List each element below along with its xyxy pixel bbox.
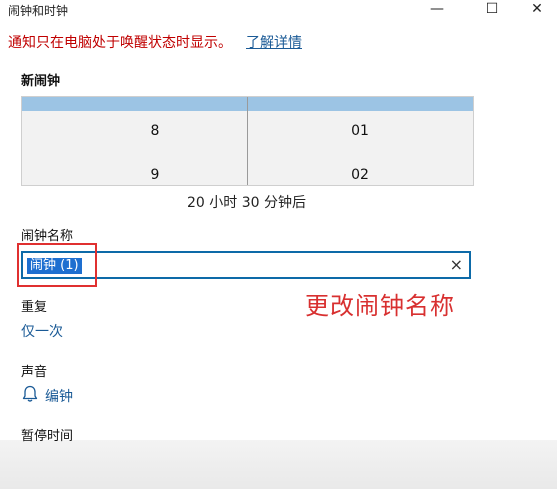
repeat-value-link[interactable]: 仅一次 xyxy=(21,321,63,341)
sound-label: 声音 xyxy=(21,365,48,380)
close-button[interactable]: ✕ xyxy=(517,0,557,18)
bell-icon xyxy=(22,385,38,402)
maximize-icon: ☐ xyxy=(485,1,499,17)
window-title: 闹钟和时钟 xyxy=(8,4,69,18)
countdown-text: 20 小时 30 分钟后 xyxy=(187,195,306,211)
notice-text: 通知只在电脑处于唤醒状态时显示。 xyxy=(8,35,232,51)
minimize-icon: — xyxy=(430,1,444,17)
minute-option[interactable]: 01 xyxy=(330,123,390,139)
highlight-box xyxy=(17,243,97,287)
minimize-button[interactable]: — xyxy=(417,0,457,18)
hour-option[interactable]: 9 xyxy=(125,167,185,183)
minute-option[interactable]: 02 xyxy=(330,167,390,183)
bottom-fade xyxy=(0,440,557,489)
maximize-button[interactable]: ☐ xyxy=(472,0,512,18)
learn-more-link[interactable]: 了解详情 xyxy=(246,35,302,51)
hour-option[interactable]: 8 xyxy=(125,123,185,139)
time-picker[interactable]: 8 9 01 02 xyxy=(21,96,474,186)
clear-icon[interactable]: × xyxy=(450,255,463,274)
repeat-label: 重复 xyxy=(21,300,48,315)
snooze-label: 暂停时间 xyxy=(21,429,74,444)
alarm-name-label: 闹钟名称 xyxy=(21,229,74,244)
notification-notice: 通知只在电脑处于唤醒状态时显示。 了解详情 xyxy=(8,32,302,52)
new-alarm-title: 新闹钟 xyxy=(21,74,61,89)
annotation-text: 更改闹钟名称 xyxy=(305,292,455,320)
sound-value-link[interactable]: 编钟 xyxy=(45,386,73,406)
picker-divider xyxy=(247,97,248,185)
close-icon: ✕ xyxy=(531,1,543,17)
